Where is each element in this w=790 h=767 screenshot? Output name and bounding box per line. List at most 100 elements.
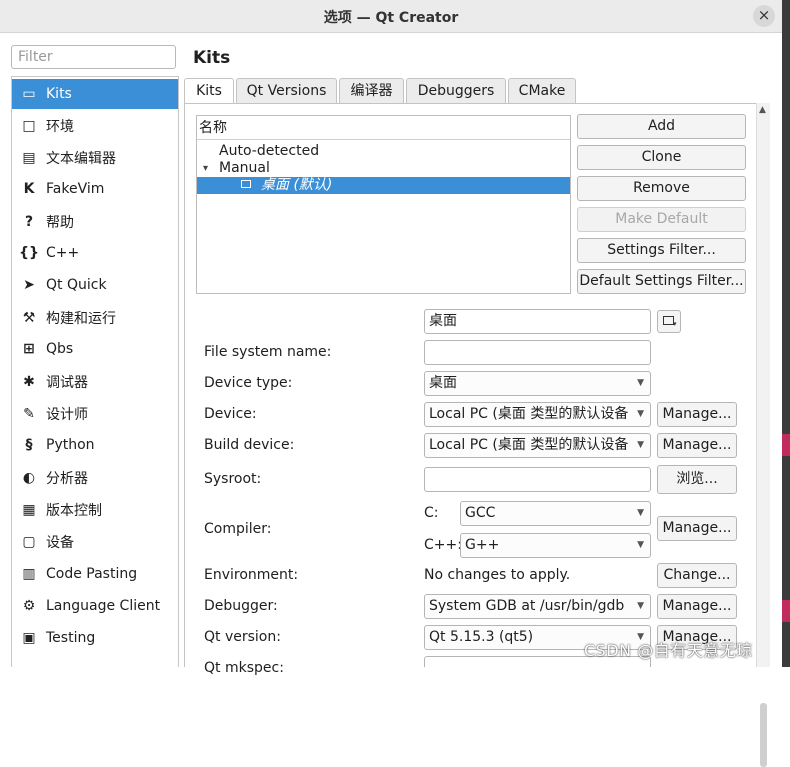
kit-name-input[interactable]: 桌面 <box>424 309 651 334</box>
scrollbar-thumb[interactable] <box>760 703 767 767</box>
tab-qt-versions[interactable]: Qt Versions <box>236 78 337 103</box>
chevron-down-icon: ▼ <box>633 434 644 457</box>
file-system-name-input[interactable] <box>424 340 651 365</box>
tree-row-label: 桌面 (默认) <box>261 177 333 193</box>
c-compiler-combo[interactable]: GCC ▼ <box>460 501 651 526</box>
category-language-client[interactable]: ⚙ Language Client <box>12 591 178 621</box>
category-qbs[interactable]: ⊞ Qbs <box>12 334 178 364</box>
category-kits[interactable]: ▭ Kits <box>12 79 178 109</box>
category-label: 分析器 <box>46 471 88 487</box>
build-device-manage-button[interactable]: Manage... <box>657 433 737 458</box>
category-text-editor[interactable]: ▤ 文本编辑器 <box>12 143 178 173</box>
kits-tree[interactable]: 名称 Auto-detected ▾ Manual 桌面 (默认) <box>196 115 571 294</box>
category-code-pasting[interactable]: ▥ Code Pasting <box>12 559 178 589</box>
combo-value: System GDB at /usr/bin/gdb <box>429 598 625 614</box>
category-label: Qt Quick <box>46 277 107 293</box>
device-type-combo[interactable]: 桌面 ▼ <box>424 371 651 396</box>
filter-input[interactable] <box>11 45 176 69</box>
qbs-icon: ⊞ <box>23 341 35 357</box>
close-button[interactable]: × <box>753 5 775 27</box>
chevron-down-icon: ▼ <box>637 540 644 550</box>
category-label: C++ <box>46 245 80 261</box>
clone-button[interactable]: Clone <box>577 145 746 170</box>
device-combo[interactable]: Local PC (桌面 类型的默认设备 ▼ <box>424 402 651 427</box>
tree-row-auto-detected[interactable]: Auto-detected <box>197 143 570 160</box>
category-fakevim[interactable]: K FakeVim <box>12 174 178 204</box>
category-label: Qbs <box>46 341 74 357</box>
category-python[interactable]: § Python <box>12 430 178 460</box>
combo-value: Local PC (桌面 类型的默认设备 <box>429 437 629 453</box>
tab-debuggers[interactable]: Debuggers <box>406 78 506 103</box>
environment-change-button[interactable]: Change... <box>657 563 737 588</box>
category-build-run[interactable]: ⚒ 构建和运行 <box>12 303 178 333</box>
category-designer[interactable]: ✎ 设计师 <box>12 399 178 429</box>
device-icon: ▢ <box>22 534 36 550</box>
category-analyzer[interactable]: ◐ 分析器 <box>12 463 178 493</box>
file-system-name-label: File system name: <box>204 344 332 360</box>
tab-cmake[interactable]: CMake <box>508 78 576 103</box>
chevron-down-icon: ▼ <box>637 508 644 518</box>
category-version-control[interactable]: ▦ 版本控制 <box>12 495 178 525</box>
scroll-up-icon[interactable]: ▲ <box>759 105 766 115</box>
category-label: Testing <box>46 630 96 646</box>
category-testing[interactable]: ▣ Testing <box>12 623 178 653</box>
qt-quick-arrow-icon: ➤ <box>23 277 35 293</box>
sysroot-input[interactable] <box>424 467 651 492</box>
category-label: FakeVim <box>46 181 105 197</box>
combo-value: GCC <box>465 505 496 521</box>
device-manage-button[interactable]: Manage... <box>657 402 737 427</box>
environment-value: No changes to apply. <box>424 567 571 583</box>
kit-icon-button[interactable]: ▾ <box>657 310 681 333</box>
browse-button[interactable]: 浏览... <box>657 465 737 494</box>
category-help[interactable]: ? 帮助 <box>12 207 178 237</box>
category-qt-quick[interactable]: ➤ Qt Quick <box>12 270 178 300</box>
chevron-down-icon: ▼ <box>637 378 644 388</box>
category-label: 设备 <box>46 535 74 551</box>
tree-row-desktop-kit[interactable]: 桌面 (默认) <box>197 177 570 194</box>
settings-filter-button[interactable]: Settings Filter... <box>577 238 746 263</box>
remove-button[interactable]: Remove <box>577 176 746 201</box>
cpp-compiler-label: C++: <box>424 537 462 553</box>
analyzer-icon: ◐ <box>22 470 36 486</box>
cpp-compiler-combo[interactable]: G++ ▼ <box>460 533 651 558</box>
debugger-combo[interactable]: System GDB at /usr/bin/gdb ▼ <box>424 594 651 619</box>
category-label: 设计师 <box>46 407 88 423</box>
category-devices[interactable]: ▢ 设备 <box>12 527 178 557</box>
tree-row-label: Auto-detected <box>219 143 320 159</box>
category-label: 调试器 <box>46 375 88 391</box>
panel-scrollbar[interactable]: ▲ <box>756 103 770 767</box>
category-label: 版本控制 <box>46 503 102 519</box>
environment-label: Environment: <box>204 567 299 583</box>
version-control-icon: ▦ <box>22 502 36 518</box>
window-title: 选项 — Qt Creator <box>323 10 459 26</box>
debugger-manage-button[interactable]: Manage... <box>657 594 737 619</box>
category-label: 环境 <box>46 119 74 135</box>
close-icon[interactable]: × <box>758 6 771 24</box>
pencil-icon: ✎ <box>23 406 35 422</box>
category-environment[interactable]: □ 环境 <box>12 111 178 141</box>
qt-mkspec-label: Qt mkspec: <box>204 660 284 676</box>
tree-row-manual[interactable]: ▾ Manual <box>197 160 570 177</box>
category-debugger[interactable]: ✱ 调试器 <box>12 367 178 397</box>
category-label: 文本编辑器 <box>46 151 116 167</box>
tab-compilers[interactable]: 编译器 <box>339 78 404 103</box>
testing-icon: ▣ <box>22 630 36 646</box>
default-settings-filter-button[interactable]: Default Settings Filter... <box>577 269 746 294</box>
category-label: Kits <box>46 86 72 102</box>
expand-arrow-icon[interactable]: ▾ <box>203 160 208 177</box>
tab-kits[interactable]: Kits <box>184 78 234 104</box>
python-icon: § <box>25 437 33 453</box>
add-button[interactable]: Add <box>577 114 746 139</box>
category-label: Code Pasting <box>46 566 138 582</box>
tree-header-name[interactable]: 名称 <box>197 116 570 140</box>
category-cpp[interactable]: {} C++ <box>12 238 178 268</box>
category-label: Python <box>46 437 95 453</box>
fakevim-icon: K <box>23 181 35 197</box>
build-device-combo[interactable]: Local PC (桌面 类型的默认设备 ▼ <box>424 433 651 458</box>
category-label: 帮助 <box>46 215 74 231</box>
device-label: Device: <box>204 406 257 422</box>
monitor-icon <box>241 180 251 188</box>
compiler-manage-button[interactable]: Manage... <box>657 516 737 541</box>
compiler-label: Compiler: <box>204 521 272 537</box>
make-default-button[interactable]: Make Default <box>577 207 746 232</box>
